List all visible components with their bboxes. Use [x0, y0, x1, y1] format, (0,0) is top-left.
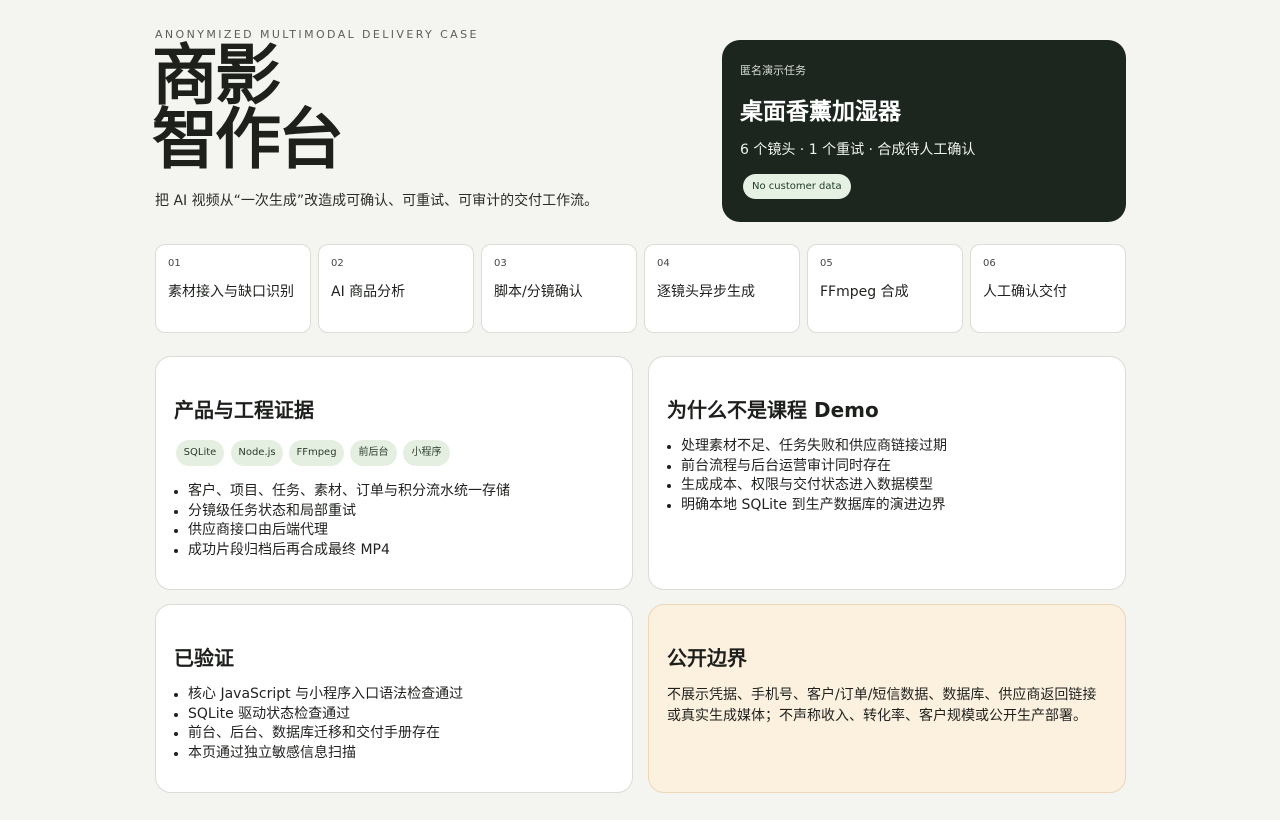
tech-chip: 小程序 — [403, 440, 450, 466]
why-card: 为什么不是课程 Demo 处理素材不足、任务失败和供应商链接过期 前台流程与后台… — [648, 356, 1126, 590]
tech-chip: FFmpeg — [289, 440, 344, 466]
privacy-badge: No customer data — [743, 174, 851, 199]
list-item: 分镜级任务状态和局部重试 — [174, 502, 510, 522]
tagline: 把 AI 视频从“一次生成”改造成可确认、可重试、可审计的交付工作流。 — [155, 193, 599, 209]
step-number: 03 — [494, 258, 507, 269]
boundary-text: 不展示凭据、手机号、客户/订单/短信数据、数据库、供应商返回链接或真实生成媒体；… — [667, 687, 1097, 724]
workflow-steps: 01 素材接入与缺口识别 02 AI 商品分析 03 脚本/分镜确认 04 逐镜… — [155, 244, 1126, 333]
list-item: 生成成本、权限与交付状态进入数据模型 — [667, 476, 947, 496]
step-number: 06 — [983, 258, 996, 269]
step-label: 人工确认交付 — [983, 284, 1067, 300]
workflow-step: 02 AI 商品分析 — [318, 244, 474, 333]
boundary-title: 公开边界 — [667, 646, 747, 670]
list-item: 前台、后台、数据库迁移和交付手册存在 — [173, 724, 463, 744]
list-item: 本页通过独立敏感信息扫描 — [173, 744, 463, 764]
step-number: 01 — [168, 258, 181, 269]
step-label: 脚本/分镜确认 — [494, 284, 583, 300]
list-item: 客户、项目、任务、素材、订单与积分流水统一存储 — [174, 482, 510, 502]
why-list: 处理素材不足、任务失败和供应商链接过期 前台流程与后台运营审计同时存在 生成成本… — [667, 437, 947, 516]
list-item: 核心 JavaScript 与小程序入口语法检查通过 — [173, 685, 463, 705]
list-item: 前台流程与后台运营审计同时存在 — [667, 457, 947, 477]
verified-list: 核心 JavaScript 与小程序入口语法检查通过 SQLite 驱动状态检查… — [173, 685, 463, 764]
step-label: FFmpeg 合成 — [820, 284, 909, 300]
verified-title: 已验证 — [174, 646, 234, 670]
workflow-step: 04 逐镜头异步生成 — [644, 244, 800, 333]
list-item: 明确本地 SQLite 到生产数据库的演进边界 — [667, 496, 947, 516]
step-number: 02 — [331, 258, 344, 269]
hero-kicker: 匿名演示任务 — [740, 64, 806, 77]
boundary-card: 公开边界 不展示凭据、手机号、客户/订单/短信数据、数据库、供应商返回链接或真实… — [648, 604, 1126, 793]
tech-chip: 前后台 — [350, 440, 397, 466]
workflow-step: 06 人工确认交付 — [970, 244, 1126, 333]
evidence-list: 客户、项目、任务、素材、订单与积分流水统一存储 分镜级任务状态和局部重试 供应商… — [174, 482, 510, 561]
workflow-step: 03 脚本/分镜确认 — [481, 244, 637, 333]
verified-card: 已验证 核心 JavaScript 与小程序入口语法检查通过 SQLite 驱动… — [155, 604, 633, 793]
step-label: 逐镜头异步生成 — [657, 284, 755, 300]
list-item: 成功片段归档后再合成最终 MP4 — [174, 541, 510, 561]
hero-subtitle: 6 个镜头 · 1 个重试 · 合成待人工确认 — [740, 142, 976, 158]
list-item: SQLite 驱动状态检查通过 — [173, 705, 463, 725]
step-number: 05 — [820, 258, 833, 269]
evidence-card: 产品与工程证据 SQLite Node.js FFmpeg 前后台 小程序 客户… — [155, 356, 633, 590]
demo-task-card: 匿名演示任务 桌面香薰加湿器 6 个镜头 · 1 个重试 · 合成待人工确认 N… — [722, 40, 1126, 222]
workflow-step: 01 素材接入与缺口识别 — [155, 244, 311, 333]
list-item: 供应商接口由后端代理 — [174, 521, 510, 541]
workflow-step: 05 FFmpeg 合成 — [807, 244, 963, 333]
evidence-title: 产品与工程证据 — [174, 398, 314, 422]
step-label: AI 商品分析 — [331, 284, 406, 300]
brand-line-2: 智作台 — [152, 101, 344, 178]
step-label: 素材接入与缺口识别 — [168, 284, 294, 300]
list-item: 处理素材不足、任务失败和供应商链接过期 — [667, 437, 947, 457]
brand-title: 商影 智作台 — [152, 43, 344, 173]
step-number: 04 — [657, 258, 670, 269]
tech-chip: Node.js — [231, 440, 283, 466]
tech-chip: SQLite — [176, 440, 224, 466]
hero-title: 桌面香薰加湿器 — [740, 99, 901, 125]
why-title: 为什么不是课程 Demo — [667, 398, 879, 422]
